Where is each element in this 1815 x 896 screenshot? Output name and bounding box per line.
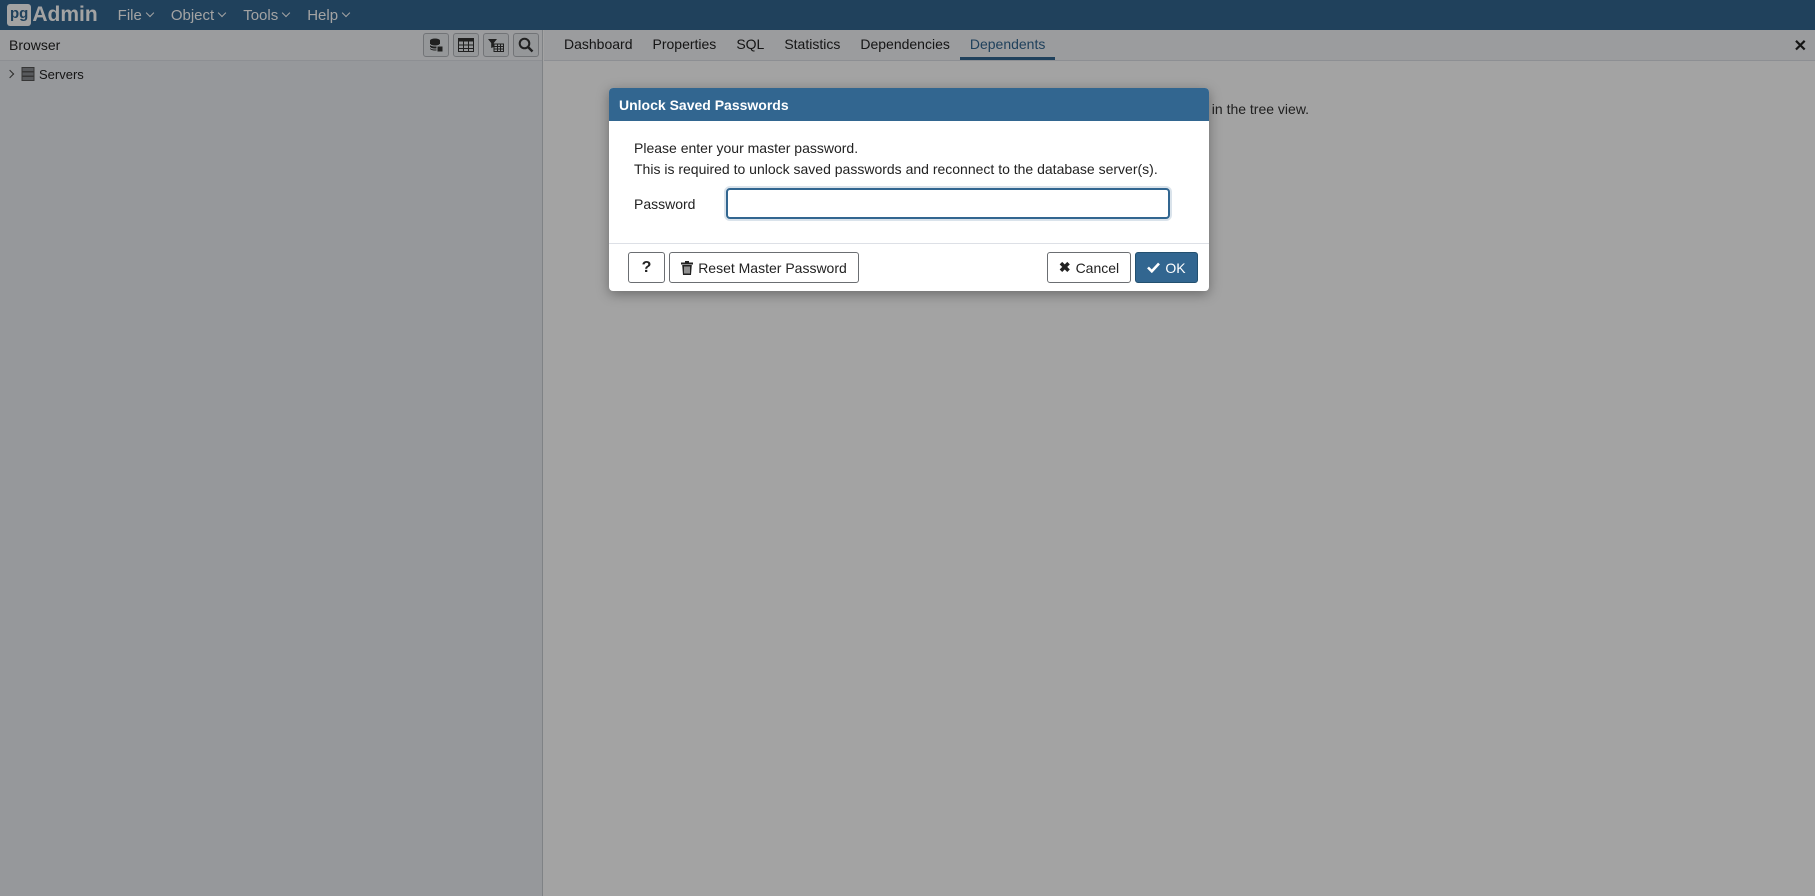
dialog-body: Please enter your master password. This …: [609, 121, 1209, 219]
help-label: ?: [641, 258, 652, 276]
reset-master-password-button[interactable]: Reset Master Password: [669, 252, 859, 283]
dialog-message-line1: Please enter your master password.: [634, 140, 859, 156]
cancel-label: Cancel: [1075, 259, 1120, 276]
check-icon: [1147, 262, 1161, 273]
cancel-button[interactable]: ✖ Cancel: [1047, 252, 1131, 283]
dialog-message: Please enter your master password. This …: [634, 138, 1184, 180]
dialog-header: Unlock Saved Passwords: [609, 88, 1209, 121]
reset-label: Reset Master Password: [698, 259, 847, 276]
dialog-title: Unlock Saved Passwords: [619, 96, 789, 113]
password-input[interactable]: [726, 188, 1170, 219]
help-button[interactable]: ?: [628, 252, 665, 283]
ok-label: OK: [1165, 259, 1186, 276]
password-row: Password: [634, 188, 1184, 219]
dialog-footer: ? Reset Master Password ✖ Cancel OK: [609, 243, 1209, 291]
ok-button[interactable]: OK: [1135, 252, 1198, 283]
unlock-passwords-dialog: Unlock Saved Passwords Please enter your…: [609, 88, 1209, 291]
trash-icon: [681, 260, 694, 275]
close-icon: ✖: [1058, 259, 1071, 275]
password-label: Password: [634, 195, 696, 212]
dialog-message-line2: This is required to unlock saved passwor…: [634, 161, 1158, 177]
